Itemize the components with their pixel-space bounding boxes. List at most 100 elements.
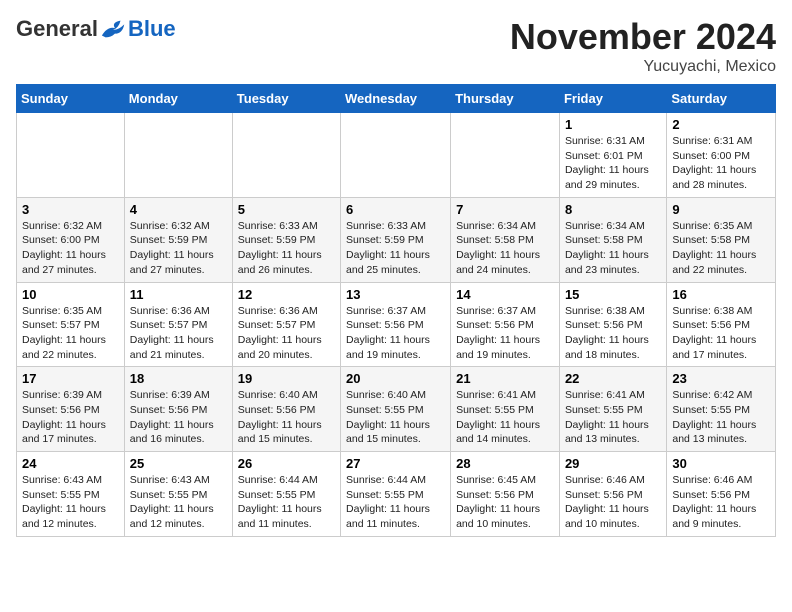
day-number: 21: [456, 371, 554, 386]
day-number: 4: [130, 202, 227, 217]
logo-general-text: General: [16, 16, 98, 42]
day-info: Sunrise: 6:34 AM Sunset: 5:58 PM Dayligh…: [565, 219, 661, 278]
header-row: SundayMondayTuesdayWednesdayThursdayFrid…: [17, 85, 776, 113]
calendar-cell: 16 Sunrise: 6:38 AM Sunset: 5:56 PM Dayli…: [667, 282, 776, 367]
day-number: 24: [22, 456, 119, 471]
day-number: 14: [456, 287, 554, 302]
calendar-cell: 22Sunrise: 6:41 AM Sunset: 5:55 PM Dayli…: [559, 367, 666, 452]
day-info: Sunrise: 6:46 AM Sunset: 5:56 PM Dayligh…: [565, 473, 661, 532]
calendar-cell: 18 Sunrise: 6:39 AM Sunset: 5:56 PM Dayli…: [124, 367, 232, 452]
day-info: Sunrise: 6:46 AM Sunset: 5:56 PM Dayligh…: [672, 473, 770, 532]
day-info: Sunrise: 6:33 AM Sunset: 5:59 PM Dayligh…: [238, 219, 335, 278]
calendar-cell: 27 Sunrise: 6:44 AM Sunset: 5:55 PM Dayli…: [341, 452, 451, 537]
calendar-cell: [232, 113, 340, 198]
day-info: Sunrise: 6:38 AM Sunset: 5:56 PM Dayligh…: [565, 304, 661, 363]
calendar-cell: 21 Sunrise: 6:41 AM Sunset: 5:55 PM Dayli…: [451, 367, 560, 452]
calendar-cell: 13Sunrise: 6:37 AM Sunset: 5:56 PM Dayli…: [341, 282, 451, 367]
calendar-body: 1 Sunrise: 6:31 AM Sunset: 6:01 PM Daylig…: [17, 113, 776, 537]
day-info: Sunrise: 6:39 AM Sunset: 5:56 PM Dayligh…: [130, 388, 227, 447]
month-title: November 2024: [510, 16, 776, 58]
calendar-cell: 15 Sunrise: 6:38 AM Sunset: 5:56 PM Dayli…: [559, 282, 666, 367]
day-number: 17: [22, 371, 119, 386]
week-row: 17 Sunrise: 6:39 AM Sunset: 5:56 PM Dayli…: [17, 367, 776, 452]
calendar-header: SundayMondayTuesdayWednesdayThursdayFrid…: [17, 85, 776, 113]
week-row: 1 Sunrise: 6:31 AM Sunset: 6:01 PM Daylig…: [17, 113, 776, 198]
day-number: 1: [565, 117, 661, 132]
calendar-cell: 4Sunrise: 6:32 AM Sunset: 5:59 PM Daylig…: [124, 197, 232, 282]
day-number: 30: [672, 456, 770, 471]
day-info: Sunrise: 6:37 AM Sunset: 5:56 PM Dayligh…: [456, 304, 554, 363]
day-number: 26: [238, 456, 335, 471]
logo-bird-icon: [100, 18, 128, 40]
page-header: General Blue November 2024 Yucuyachi, Me…: [16, 16, 776, 76]
day-info: Sunrise: 6:36 AM Sunset: 5:57 PM Dayligh…: [238, 304, 335, 363]
day-number: 3: [22, 202, 119, 217]
calendar-cell: 29 Sunrise: 6:46 AM Sunset: 5:56 PM Dayli…: [559, 452, 666, 537]
calendar-cell: 7Sunrise: 6:34 AM Sunset: 5:58 PM Daylig…: [451, 197, 560, 282]
day-info: Sunrise: 6:34 AM Sunset: 5:58 PM Dayligh…: [456, 219, 554, 278]
day-number: 9: [672, 202, 770, 217]
day-info: Sunrise: 6:38 AM Sunset: 5:56 PM Dayligh…: [672, 304, 770, 363]
day-info: Sunrise: 6:42 AM Sunset: 5:55 PM Dayligh…: [672, 388, 770, 447]
calendar-cell: 1 Sunrise: 6:31 AM Sunset: 6:01 PM Daylig…: [559, 113, 666, 198]
day-info: Sunrise: 6:44 AM Sunset: 5:55 PM Dayligh…: [346, 473, 445, 532]
calendar-cell: 25Sunrise: 6:43 AM Sunset: 5:55 PM Dayli…: [124, 452, 232, 537]
day-info: Sunrise: 6:39 AM Sunset: 5:56 PM Dayligh…: [22, 388, 119, 447]
calendar-cell: [17, 113, 125, 198]
day-number: 10: [22, 287, 119, 302]
day-number: 16: [672, 287, 770, 302]
day-info: Sunrise: 6:41 AM Sunset: 5:55 PM Dayligh…: [456, 388, 554, 447]
logo: General Blue: [16, 16, 176, 42]
calendar-cell: [341, 113, 451, 198]
day-number: 20: [346, 371, 445, 386]
day-number: 29: [565, 456, 661, 471]
day-number: 12: [238, 287, 335, 302]
calendar-cell: 14 Sunrise: 6:37 AM Sunset: 5:56 PM Dayli…: [451, 282, 560, 367]
day-number: 13: [346, 287, 445, 302]
logo-blue-text: Blue: [128, 16, 176, 42]
calendar-cell: 17 Sunrise: 6:39 AM Sunset: 5:56 PM Dayli…: [17, 367, 125, 452]
day-number: 23: [672, 371, 770, 386]
day-number: 11: [130, 287, 227, 302]
day-info: Sunrise: 6:31 AM Sunset: 6:00 PM Dayligh…: [672, 134, 770, 193]
calendar-cell: 6 Sunrise: 6:33 AM Sunset: 5:59 PM Daylig…: [341, 197, 451, 282]
day-info: Sunrise: 6:40 AM Sunset: 5:55 PM Dayligh…: [346, 388, 445, 447]
calendar-cell: [451, 113, 560, 198]
week-row: 3 Sunrise: 6:32 AM Sunset: 6:00 PM Daylig…: [17, 197, 776, 282]
header-day-wednesday: Wednesday: [341, 85, 451, 113]
header-day-thursday: Thursday: [451, 85, 560, 113]
location: Yucuyachi, Mexico: [510, 58, 776, 76]
calendar-cell: 10 Sunrise: 6:35 AM Sunset: 5:57 PM Dayli…: [17, 282, 125, 367]
calendar-cell: 30 Sunrise: 6:46 AM Sunset: 5:56 PM Dayli…: [667, 452, 776, 537]
day-number: 27: [346, 456, 445, 471]
day-number: 15: [565, 287, 661, 302]
day-info: Sunrise: 6:44 AM Sunset: 5:55 PM Dayligh…: [238, 473, 335, 532]
day-info: Sunrise: 6:31 AM Sunset: 6:01 PM Dayligh…: [565, 134, 661, 193]
week-row: 10 Sunrise: 6:35 AM Sunset: 5:57 PM Dayli…: [17, 282, 776, 367]
week-row: 24Sunrise: 6:43 AM Sunset: 5:55 PM Dayli…: [17, 452, 776, 537]
calendar-cell: 19Sunrise: 6:40 AM Sunset: 5:56 PM Dayli…: [232, 367, 340, 452]
day-number: 5: [238, 202, 335, 217]
day-info: Sunrise: 6:33 AM Sunset: 5:59 PM Dayligh…: [346, 219, 445, 278]
day-number: 28: [456, 456, 554, 471]
day-number: 19: [238, 371, 335, 386]
day-number: 22: [565, 371, 661, 386]
calendar-table: SundayMondayTuesdayWednesdayThursdayFrid…: [16, 84, 776, 537]
header-day-monday: Monday: [124, 85, 232, 113]
calendar-cell: 11Sunrise: 6:36 AM Sunset: 5:57 PM Dayli…: [124, 282, 232, 367]
day-number: 6: [346, 202, 445, 217]
day-info: Sunrise: 6:32 AM Sunset: 6:00 PM Dayligh…: [22, 219, 119, 278]
day-number: 2: [672, 117, 770, 132]
title-section: November 2024 Yucuyachi, Mexico: [510, 16, 776, 76]
calendar-cell: 28Sunrise: 6:45 AM Sunset: 5:56 PM Dayli…: [451, 452, 560, 537]
calendar-cell: [124, 113, 232, 198]
header-day-sunday: Sunday: [17, 85, 125, 113]
calendar-cell: 8Sunrise: 6:34 AM Sunset: 5:58 PM Daylig…: [559, 197, 666, 282]
calendar-cell: 20 Sunrise: 6:40 AM Sunset: 5:55 PM Dayli…: [341, 367, 451, 452]
day-number: 18: [130, 371, 227, 386]
calendar-cell: 9Sunrise: 6:35 AM Sunset: 5:58 PM Daylig…: [667, 197, 776, 282]
calendar-cell: 24Sunrise: 6:43 AM Sunset: 5:55 PM Dayli…: [17, 452, 125, 537]
calendar-cell: 26 Sunrise: 6:44 AM Sunset: 5:55 PM Dayli…: [232, 452, 340, 537]
day-info: Sunrise: 6:35 AM Sunset: 5:57 PM Dayligh…: [22, 304, 119, 363]
header-day-tuesday: Tuesday: [232, 85, 340, 113]
